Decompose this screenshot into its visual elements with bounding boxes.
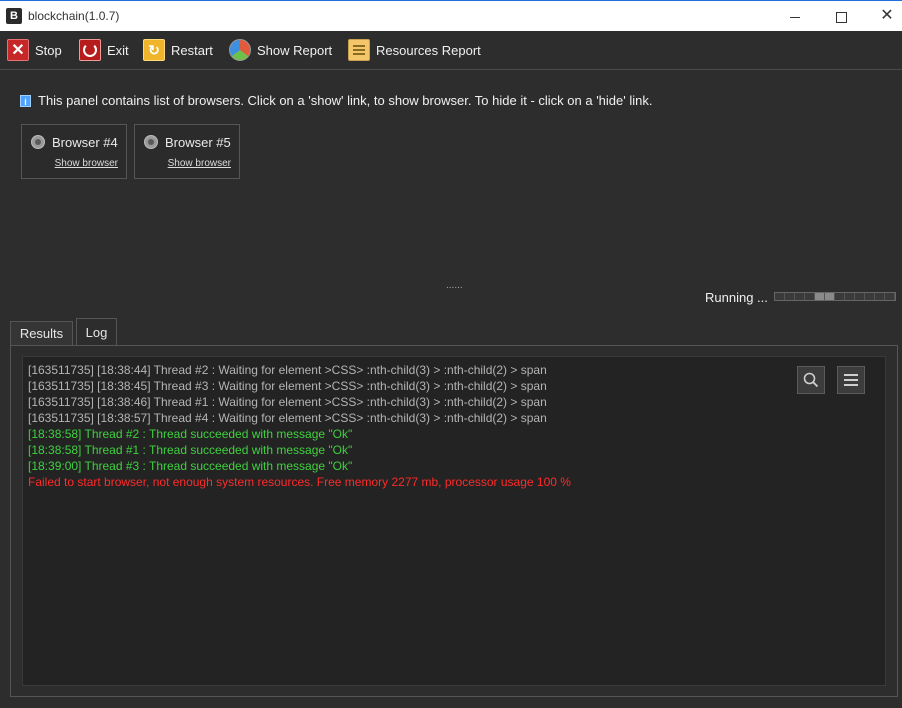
log-line: [18:39:00] Thread #3 : Thread succeeded … xyxy=(28,459,353,473)
stop-label: Stop xyxy=(35,42,62,58)
status-text: Running ... xyxy=(705,290,768,305)
log-line: [163511735] [18:38:44] Thread #2 : Waiti… xyxy=(28,363,547,377)
splitter-handle[interactable]: ...... xyxy=(446,280,463,291)
progress-segment xyxy=(825,293,835,300)
progress-segment xyxy=(775,293,785,300)
title-bar: B blockchain(1.0.7) ✕ xyxy=(0,0,902,31)
progress-segment xyxy=(815,293,825,300)
browser-card: Browser #4 Show browser xyxy=(21,124,127,179)
browser-card: Browser #5 Show browser xyxy=(134,124,240,179)
restart-button[interactable]: ↻ Restart xyxy=(143,38,213,62)
exit-label: Exit xyxy=(107,42,129,58)
log-line: [163511735] [18:38:57] Thread #4 : Waiti… xyxy=(28,411,547,425)
progress-segment xyxy=(865,293,875,300)
progress-segment xyxy=(785,293,795,300)
log-line: [163511735] [18:38:46] Thread #1 : Waiti… xyxy=(28,395,547,409)
power-icon xyxy=(79,39,101,61)
restart-icon: ↻ xyxy=(143,39,165,61)
log-line: [163511735] [18:38:45] Thread #3 : Waiti… xyxy=(28,379,547,393)
log-line: [18:38:58] Thread #1 : Thread succeeded … xyxy=(28,443,353,457)
browser-name: Browser #4 xyxy=(52,135,118,150)
show-browser-link[interactable]: Show browser xyxy=(55,158,118,169)
log-menu-button[interactable] xyxy=(837,366,865,394)
maximize-button[interactable] xyxy=(818,1,864,31)
show-report-button[interactable]: Show Report xyxy=(229,38,332,62)
stop-icon: ✕ xyxy=(7,39,29,61)
resources-report-button[interactable]: Resources Report xyxy=(348,38,481,62)
search-icon xyxy=(803,372,819,388)
resources-report-label: Resources Report xyxy=(376,42,481,58)
log-line: Failed to start browser, not enough syst… xyxy=(28,475,571,489)
list-icon xyxy=(348,39,370,61)
pie-chart-icon xyxy=(229,39,251,61)
exit-button[interactable]: Exit xyxy=(79,38,129,62)
restart-label: Restart xyxy=(171,42,213,58)
close-icon: ✕ xyxy=(880,7,894,24)
toolbar: ✕ Stop Exit ↻ Restart Show Report Resour… xyxy=(0,31,902,70)
app-icon: B xyxy=(6,8,22,24)
show-report-label: Show Report xyxy=(257,42,333,58)
tab-log[interactable]: Log xyxy=(76,318,117,346)
menu-icon xyxy=(844,374,858,376)
progress-segment xyxy=(875,293,885,300)
minimize-icon xyxy=(790,16,800,18)
info-icon: i xyxy=(20,94,31,107)
window-title: blockchain(1.0.7) xyxy=(28,9,120,23)
tab-results[interactable]: Results xyxy=(10,321,73,346)
info-message: i This panel contains list of browsers. … xyxy=(20,93,652,108)
browser-name: Browser #5 xyxy=(165,135,231,150)
progress-segment xyxy=(845,293,855,300)
close-button[interactable]: ✕ xyxy=(864,1,902,31)
browser-icon xyxy=(31,135,45,149)
log-search-button[interactable] xyxy=(797,366,825,394)
show-browser-link[interactable]: Show browser xyxy=(168,158,231,169)
progress-bar xyxy=(774,292,896,301)
progress-segment xyxy=(885,293,895,300)
progress-segment xyxy=(795,293,805,300)
progress-segment xyxy=(855,293,865,300)
stop-button[interactable]: ✕ Stop xyxy=(7,38,62,62)
log-lines: [163511735] [18:38:44] Thread #2 : Waiti… xyxy=(28,362,571,490)
browser-icon xyxy=(144,135,158,149)
progress-segment xyxy=(805,293,815,300)
log-line: [18:38:58] Thread #2 : Thread succeeded … xyxy=(28,427,353,441)
log-output[interactable]: [163511735] [18:38:44] Thread #2 : Waiti… xyxy=(22,356,886,686)
maximize-icon xyxy=(835,11,847,23)
progress-segment xyxy=(835,293,845,300)
minimize-button[interactable] xyxy=(772,1,818,31)
info-text: This panel contains list of browsers. Cl… xyxy=(38,93,653,108)
